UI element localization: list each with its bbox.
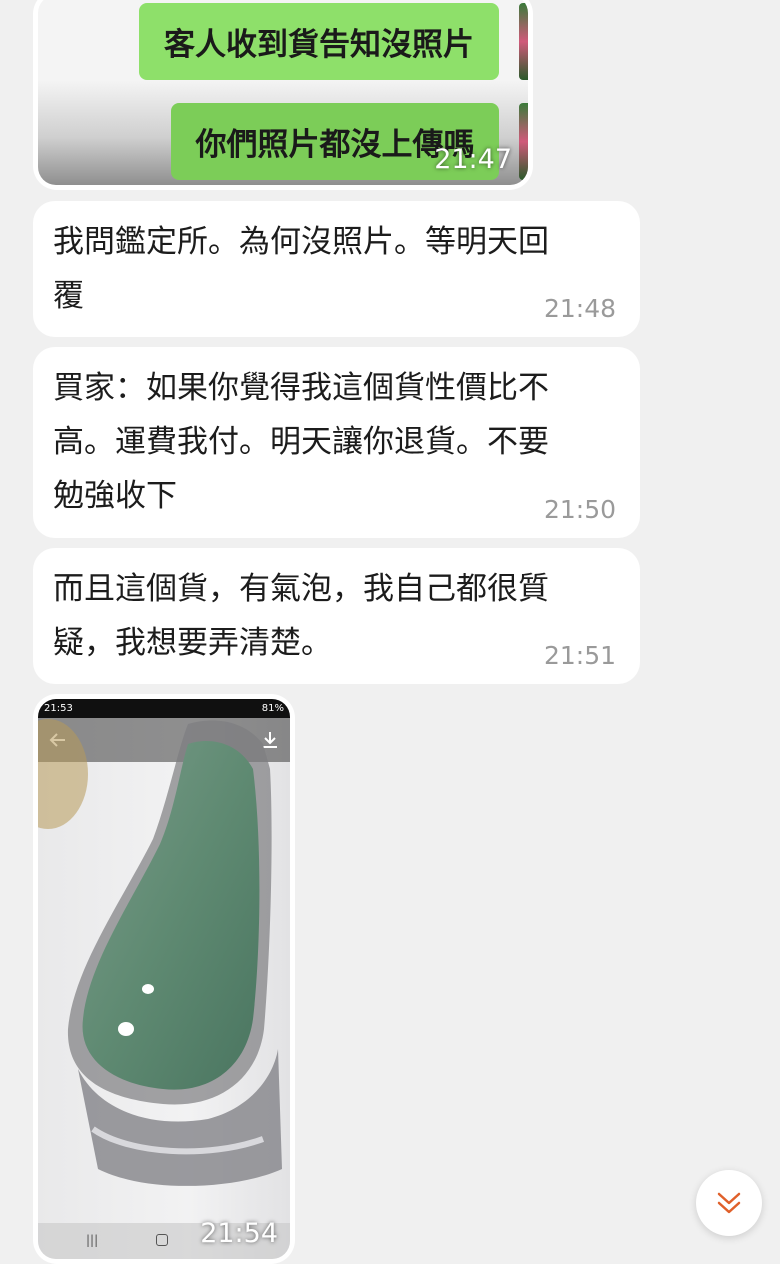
photo-message[interactable]: 21:53 81% ||| 21:54: [33, 694, 295, 1264]
inner-bubble-text-2: 你們照片都沒上傳嗎: [195, 127, 475, 163]
scroll-to-bottom-button[interactable]: [696, 1170, 762, 1236]
message-time: 21:50: [543, 495, 616, 524]
double-chevron-down-icon: [717, 1192, 741, 1214]
home-icon: [156, 1234, 168, 1246]
inner-green-bubble-1: 客人收到貨告知沒照片: [139, 3, 499, 80]
message-time: 21:54: [200, 1218, 278, 1249]
message-text: 而且這個貨，有氣泡，我自己都很質 疑，我想要弄清楚。: [53, 571, 549, 661]
message-text: 我問鑑定所。為何沒照片。等明天回 覆: [53, 224, 549, 314]
message-bubble[interactable]: 買家：如果你覺得我這個貨性價比不 高。運費我付。明天讓你退貨。不要 勉強收下 2…: [33, 347, 640, 538]
message-bubble[interactable]: 我問鑑定所。為何沒照片。等明天回 覆 21:48: [33, 201, 640, 337]
message-bubble[interactable]: 而且這個貨，有氣泡，我自己都很質 疑，我想要弄清楚。 21:51: [33, 548, 640, 684]
message-time: 21:51: [543, 641, 616, 670]
jade-pendant-image: [67, 720, 282, 1186]
inner-bubble-text-1: 客人收到貨告知沒照片: [164, 27, 474, 63]
inner-avatar-1: [519, 3, 528, 80]
screenshot-image-message[interactable]: 客人收到貨告知沒照片 你們照片都沒上傳嗎 21:47: [33, 0, 533, 190]
message-text: 買家：如果你覺得我這個貨性價比不 高。運費我付。明天讓你退貨。不要 勉強收下: [53, 370, 549, 514]
message-time: 21:47: [434, 144, 512, 175]
inner-avatar-2: [519, 103, 528, 180]
recent-apps-icon: |||: [86, 1233, 99, 1247]
message-time: 21:48: [543, 294, 616, 323]
